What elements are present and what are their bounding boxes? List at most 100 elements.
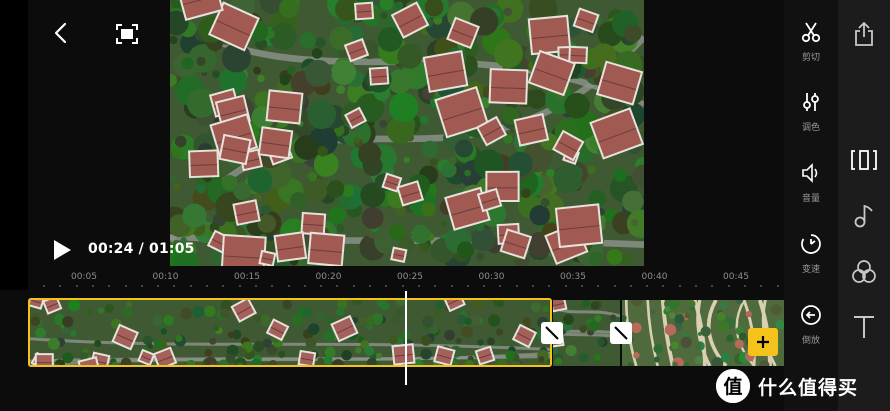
scissors-icon: [799, 20, 823, 44]
play-icon: [54, 240, 71, 260]
ruler-tick-mark: [303, 285, 306, 287]
transition-button[interactable]: [610, 322, 632, 344]
color-adjust-tool-button[interactable]: 调色: [784, 90, 838, 146]
ruler-tick-mark: [173, 285, 176, 287]
video-frame: [170, 0, 644, 266]
transition-icon: [545, 326, 559, 340]
ruler-tick-mark: [287, 285, 290, 287]
ruler-tick-mark: [417, 285, 420, 287]
ruler-tick-mark: [206, 285, 208, 287]
ruler-tick-mark: [140, 285, 143, 287]
reverse-tool-button[interactable]: 倒放: [784, 303, 838, 359]
ruler-tick-mark: [450, 285, 453, 287]
split-view-button[interactable]: [838, 140, 890, 180]
plus-icon: [757, 336, 769, 348]
volume-icon: [799, 161, 823, 185]
ruler-tick-mark: [499, 285, 502, 287]
ruler-tick-mark: [532, 285, 534, 287]
ruler-tick-mark: [466, 285, 469, 287]
ruler-tick-mark: [629, 285, 632, 287]
reverse-icon: [799, 303, 823, 327]
volume-tool-label: 音量: [801, 194, 820, 204]
ruler-tick-mark: [678, 285, 681, 287]
ruler-tick-mark: [75, 285, 78, 287]
ruler-tick-mark: [743, 285, 746, 287]
ruler-tick-label: 00:25: [397, 272, 423, 282]
ruler-tick-mark: [580, 285, 583, 287]
ruler-tick-mark: [662, 285, 665, 287]
share-button[interactable]: [838, 14, 890, 54]
ruler-tick-mark: [91, 285, 94, 287]
playback-timecode: 00:24 / 01:05: [88, 241, 195, 257]
speed-tool-label: 变速: [801, 265, 820, 275]
ruler-tick-mark: [776, 285, 779, 287]
ruler-tick-mark: [711, 285, 714, 287]
speed-tool-button[interactable]: 变速: [784, 232, 838, 288]
ruler-tick-mark: [189, 285, 192, 287]
ruler-tick-mark: [760, 285, 763, 287]
volume-tool-button[interactable]: 音量: [784, 161, 838, 217]
ruler-tick-mark: [369, 285, 371, 287]
ruler-tick-mark: [336, 285, 339, 287]
transition-button[interactable]: [541, 322, 563, 344]
share-icon: [855, 21, 873, 46]
ruler-tick-mark: [597, 285, 600, 287]
ruler-tick-mark: [613, 285, 616, 287]
text-button[interactable]: [838, 307, 890, 347]
watermark-badge: 值: [716, 369, 750, 403]
add-clip-button[interactable]: [748, 328, 778, 356]
ruler-tick-mark: [727, 285, 730, 287]
filter-button[interactable]: [838, 252, 890, 292]
ruler-tick-mark: [695, 285, 697, 287]
split-view-icon: [851, 150, 877, 170]
ruler-tick-mark: [515, 285, 518, 287]
back-button[interactable]: [46, 18, 74, 48]
ruler-tick-label: 00:10: [152, 272, 179, 282]
playhead[interactable]: [405, 291, 407, 385]
ruler-tick-label: 00:45: [723, 272, 749, 282]
ruler-tick-mark: [43, 285, 45, 287]
ruler-tick-mark: [222, 285, 225, 287]
fullscreen-button[interactable]: [112, 19, 142, 49]
chevron-left-icon: [54, 22, 67, 44]
ruler-tick-mark: [271, 285, 274, 287]
filter-icon: [852, 260, 876, 283]
ruler-tick-mark: [157, 285, 160, 287]
selected-video-clip[interactable]: [28, 298, 552, 367]
watermark-text: 什么值得买: [758, 376, 859, 399]
ruler-tick-label: 00:05: [71, 272, 97, 282]
ruler-tick-label: 00:35: [560, 272, 586, 282]
music-button[interactable]: [838, 196, 890, 236]
transition-icon: [614, 326, 628, 340]
ruler-tick-mark: [352, 285, 355, 287]
ruler-tick-mark: [483, 285, 486, 287]
ruler-tick-mark: [434, 285, 437, 287]
text-icon: [854, 316, 874, 338]
reverse-tool-label: 倒放: [801, 336, 820, 346]
music-note-icon: [854, 204, 873, 228]
speed-icon: [799, 232, 823, 256]
watermark: 值 什么值得买: [716, 366, 890, 406]
ruler-tick-mark: [401, 285, 404, 287]
ruler-tick-mark: [254, 285, 257, 287]
ruler-tick-mark: [320, 285, 323, 287]
ruler-tick-label: 00:20: [315, 272, 342, 282]
ruler-tick-mark: [646, 285, 649, 287]
ruler-tick-mark: [108, 285, 111, 287]
cut-tool-label: 剪切: [801, 53, 820, 63]
adjust-sliders-icon: [799, 90, 823, 114]
cut-tool-button[interactable]: 剪切: [784, 20, 838, 76]
ruler-tick-label: 00:30: [478, 272, 505, 282]
ruler-tick-mark: [385, 285, 388, 287]
color-adjust-tool-label: 调色: [801, 123, 820, 133]
play-button[interactable]: [52, 238, 76, 262]
ruler-tick-mark: [548, 285, 551, 287]
ruler-tick-mark: [564, 285, 567, 287]
ruler-tick-mark: [59, 285, 62, 287]
watermark-badge-text: 值: [723, 375, 742, 398]
ruler-tick-mark: [124, 285, 127, 287]
ruler-tick-label: 00:40: [641, 272, 668, 282]
ruler-tick-label: 00:15: [234, 272, 260, 282]
ruler-tick-mark: [238, 285, 241, 287]
time-ruler: 00:05 00:10 00:15 00:20 00:25 00:30 00:35 00:40…: [28, 266, 784, 290]
